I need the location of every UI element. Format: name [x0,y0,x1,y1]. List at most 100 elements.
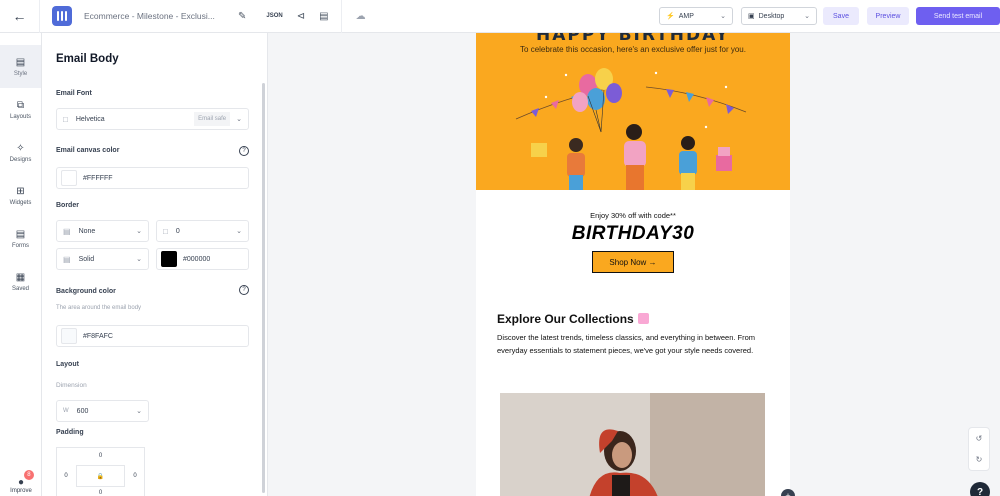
email-preview: HAPPY BIRTHDAY To celebrate this occasio… [476,33,790,496]
history-controls: ↺ ↻ [968,427,990,471]
panel-title: Email Body [56,53,119,65]
background-color-sub: The area around the email body [56,305,142,311]
border-width-value: 0 [175,227,180,235]
improve-button[interactable]: ● 8 Improve [0,466,42,496]
lightbulb-icon: ● 8 [18,470,34,488]
dimension-label: Dimension [56,382,87,389]
width-prefix: W [63,408,69,414]
improve-badge: 8 [23,470,34,480]
width-value: 600 [76,407,89,415]
border-style-select[interactable]: ▤ Solid ⌄ [56,248,149,270]
lightning-icon: ⚡ [666,13,675,20]
left-nav: ▤ Style ⧉ Layouts ✧ Designs ⊞ Widgets ▤ … [0,33,42,496]
nav-forms[interactable]: ▤ Forms [0,217,41,260]
canvas-color-swatch[interactable] [61,170,77,186]
padding-top[interactable]: 0 [76,447,125,465]
border-color-field[interactable]: #000000 [156,248,249,270]
nav-widgets[interactable]: ⊞ Widgets [0,174,41,217]
email-font-value: Helvetica [75,115,105,123]
style-icon: ▤ [15,56,26,68]
device-select[interactable]: ▣ Desktop ⌄ [741,7,817,25]
shop-now-button[interactable]: Shop Now → [592,251,674,273]
canvas-color-value: #FFFFFF [83,174,113,182]
hero-title: HAPPY BIRTHDAY [536,33,730,45]
form-icon: ▤ [15,228,26,240]
add-block-icon[interactable]: + [781,489,795,496]
canvas-color-field[interactable]: #FFFFFF [56,167,249,189]
background-color-value: #F8FAFC [83,332,113,340]
chevron-down-icon: ⌄ [136,228,142,235]
email-safe-tag: Email safe [194,112,231,126]
woman-red-jacket-image [500,393,765,496]
nav-forms-label: Forms [12,242,29,249]
edit-pencil-icon[interactable]: ✎ [238,11,246,22]
json-button[interactable]: JSON [266,13,282,19]
hero-banner[interactable]: HAPPY BIRTHDAY To celebrate this occasio… [476,33,790,190]
send-test-email-button[interactable]: Send test email [916,7,1000,25]
settings-panel: Email Body Email Font □ Helvetica Email … [42,33,268,496]
monitor-icon: ▣ [748,13,755,20]
nav-widgets-label: Widgets [9,199,32,206]
padding-lock-icon[interactable]: 🔒 [76,465,125,487]
nav-style[interactable]: ▤ Style [0,45,41,88]
hero-subtitle: To celebrate this occasion, here's an ex… [520,45,746,54]
nav-saved[interactable]: ▦ Saved [0,260,41,303]
document-title[interactable]: Ecommerce - Milestone - Exclusi... [84,11,224,21]
panel-scrollbar[interactable] [262,83,265,493]
help-icon[interactable]: ? [239,146,249,156]
help-icon[interactable]: ? [239,285,249,295]
email-font-label: Email Font [56,90,92,97]
border-width-select[interactable]: ▤ None ⌄ [56,220,149,242]
nav-saved-label: Saved [11,285,29,292]
border-color-value: #000000 [183,255,211,263]
cloud-sync-icon: ☁ [355,10,366,22]
help-chat-button[interactable]: ? [970,482,990,496]
explore-title: Explore Our Collections [497,312,634,326]
preview-button[interactable]: Preview [867,7,909,25]
border-color-swatch[interactable] [161,251,177,267]
improve-label: Improve [10,488,32,494]
explore-heading: Explore Our Collections [497,312,649,326]
border-style-icon: ▤ [63,254,71,264]
offer-text: Enjoy 30% off with code** [590,211,676,220]
chevron-down-icon: ⌄ [236,116,242,123]
border-width-icon: □ [163,226,168,236]
background-color-field[interactable]: #F8FAFC [56,325,249,347]
chevron-down-icon: ⌄ [720,13,726,20]
save-button[interactable]: Save [823,7,859,25]
widgets-grid-icon: ⊞ [16,185,25,197]
background-color-swatch[interactable] [61,328,77,344]
padding-left[interactable]: 0 [56,465,76,487]
device-label: Desktop [758,12,785,20]
amp-label: AMP [678,12,694,20]
birthday-illustration [515,68,747,190]
padding-right[interactable]: 0 [125,465,145,487]
redo-icon[interactable]: ↻ [969,449,989,470]
width-select[interactable]: W 600 ⌄ [56,400,149,422]
nav-style-label: Style [13,70,28,77]
nav-designs[interactable]: ✧ Designs [0,131,41,174]
nav-layouts[interactable]: ⧉ Layouts [0,88,41,131]
border-style-value: Solid [78,255,95,263]
amp-toggle[interactable]: ⚡ AMP ⌄ [659,7,733,25]
layout-label: Layout [56,361,79,368]
divider [340,0,342,33]
chevron-down-icon: ⌄ [804,13,810,20]
collection-photo[interactable] [500,393,765,496]
notes-icon[interactable]: ▤ [319,11,328,22]
padding-label: Padding [56,429,84,436]
undo-icon[interactable]: ↺ [969,428,989,449]
padding-bottom[interactable]: 0 [76,487,125,496]
share-icon[interactable]: ⊲ [297,11,305,22]
email-font-select[interactable]: □ Helvetica Email safe ⌄ [56,108,249,130]
back-arrow-icon[interactable]: ← [0,0,40,33]
sparkle-icon: ✧ [16,142,25,154]
border-label: Border [56,202,79,209]
nav-designs-label: Designs [9,156,32,163]
border-icon: ▤ [63,226,71,236]
border-width-input[interactable]: □ 0 ⌄ [156,220,249,242]
promo-code: BIRTHDAY30 [571,223,695,244]
email-canvas: HAPPY BIRTHDAY To celebrate this occasio… [269,33,1000,496]
layouts-icon: ⧉ [16,99,25,111]
nav-layouts-label: Layouts [9,113,31,120]
